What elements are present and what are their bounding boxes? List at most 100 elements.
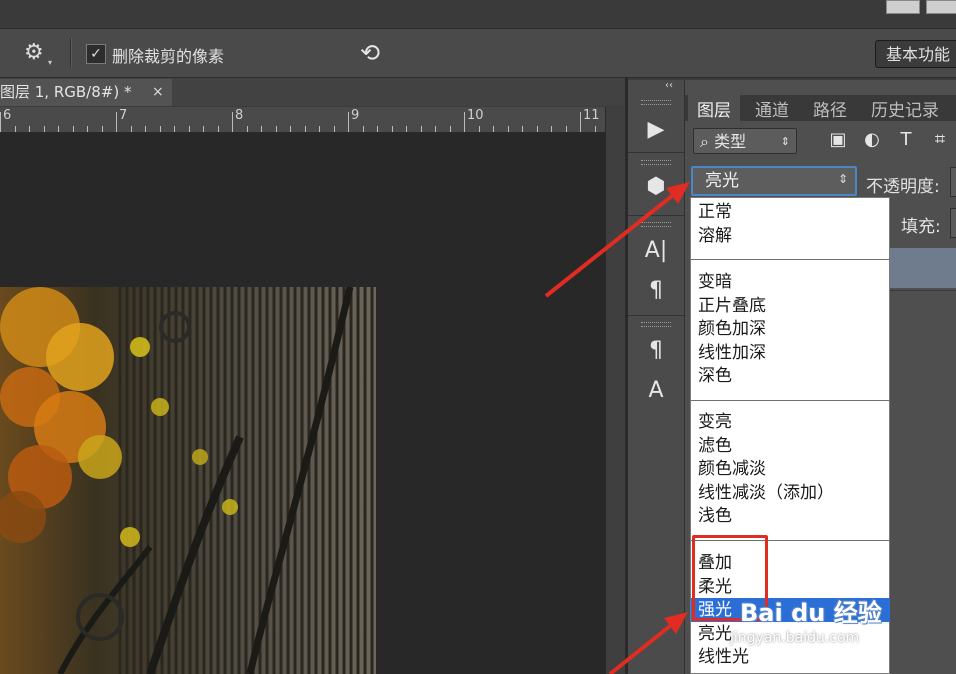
watermark-url: jingyan.baidu.com	[730, 630, 860, 646]
type-filter-icon[interactable]: T	[893, 129, 919, 150]
layer-row-selected[interactable]	[890, 248, 956, 288]
ruler-minor-tick	[72, 126, 74, 132]
character-icon[interactable]: A|	[636, 238, 676, 263]
baidu-jingyan-logo: Bai du 经验	[740, 599, 882, 627]
fill-input[interactable]	[950, 208, 956, 238]
ruler-minor-tick	[435, 126, 436, 132]
close-icon[interactable]: ×	[152, 79, 172, 106]
3d-cube-icon[interactable]: ⬢	[636, 174, 676, 199]
ruler-minor-tick	[406, 126, 407, 132]
horizontal-ruler	[0, 107, 605, 133]
paragraph-styles-icon[interactable]: ¶	[636, 338, 676, 363]
chevron-down-icon[interactable]: ▾	[48, 58, 52, 67]
workspace-button[interactable]: 基本功能	[875, 40, 956, 68]
ruler-minor-tick	[203, 126, 204, 132]
foliage-blob	[120, 527, 140, 547]
ruler-major-tick	[580, 112, 581, 132]
maximize-button[interactable]	[926, 0, 956, 14]
ruler-major-tick	[348, 112, 349, 132]
blend-mode-option[interactable]: 颜色加深	[698, 318, 766, 341]
ruler-minor-tick	[174, 126, 175, 132]
foliage-blob	[192, 449, 208, 465]
blend-mode-option[interactable]: 变暗	[698, 271, 732, 294]
canvas-image	[0, 287, 376, 674]
paragraph-icon[interactable]: ¶	[636, 278, 676, 303]
ruler-number: 7	[119, 108, 128, 123]
ruler-number: 6	[3, 108, 12, 123]
ruler-minor-tick	[275, 126, 277, 132]
ruler-minor-tick	[493, 126, 494, 132]
panel-toolstrip	[628, 80, 685, 674]
minimize-button[interactable]	[886, 0, 920, 14]
play-icon[interactable]: ▶	[636, 117, 676, 142]
adjustment-filter-icon[interactable]: ◐	[859, 129, 885, 150]
ruler-minor-tick	[87, 126, 88, 132]
blend-mode-option[interactable]: 浅色	[698, 505, 732, 528]
blend-mode-option[interactable]: 线性光	[698, 646, 749, 669]
foliage-blob	[151, 398, 169, 416]
foliage-blob	[78, 435, 122, 479]
tab-paths[interactable]: 路径	[813, 96, 847, 121]
ruler-minor-tick	[159, 126, 161, 132]
ruler-minor-tick	[290, 126, 291, 132]
toolstrip-divider	[628, 152, 684, 153]
blend-mode-option[interactable]: 深色	[698, 365, 732, 388]
blend-mode-option[interactable]: 正片叠底	[698, 295, 766, 318]
blend-mode-option[interactable]: 亮光	[698, 623, 732, 646]
ruler-minor-tick	[43, 126, 45, 132]
collapse-panels-icon[interactable]: ‹‹	[665, 80, 673, 91]
blend-mode-option[interactable]: 线性减淡（添加）	[698, 482, 834, 505]
ruler-minor-tick	[449, 126, 451, 132]
ruler-number: 11	[583, 108, 600, 123]
ruler-minor-tick	[391, 126, 393, 132]
grip-handle[interactable]	[641, 100, 671, 105]
grip-handle[interactable]	[641, 322, 671, 327]
blend-mode-option[interactable]: 变亮	[698, 411, 732, 434]
search-icon: ⌕	[700, 132, 709, 151]
image-filter-icon[interactable]: ▣	[825, 129, 851, 150]
foliage-blob	[46, 323, 114, 391]
blend-mode-select[interactable]: 亮光	[691, 166, 857, 196]
blend-mode-option[interactable]: 溶解	[698, 225, 732, 248]
layer-filter-select[interactable]: ⌕ 类型 ⇕	[693, 128, 797, 154]
tab-history[interactable]: 历史记录	[871, 96, 939, 121]
ruler-major-tick	[0, 112, 1, 132]
grip-handle[interactable]	[641, 160, 671, 165]
delete-cropped-pixels-checkbox[interactable]: ✓	[86, 44, 106, 64]
ruler-minor-tick	[507, 126, 509, 132]
blend-mode-option[interactable]: 滤色	[698, 435, 732, 458]
toolbar-divider	[70, 38, 72, 68]
document-tab-title: 图层 1, RGB/8#) *	[0, 83, 132, 101]
ruler-minor-tick	[536, 126, 538, 132]
character-styles-icon[interactable]: A	[636, 378, 676, 403]
ruler-minor-tick	[319, 126, 320, 132]
blend-mode-option[interactable]: 线性加深	[698, 342, 766, 365]
toolstrip-divider	[628, 215, 684, 216]
ruler-major-tick	[116, 112, 117, 132]
ruler-minor-tick	[522, 126, 523, 132]
opacity-input[interactable]	[950, 167, 956, 197]
grip-handle[interactable]	[641, 222, 671, 227]
blend-mode-option[interactable]: 正常	[698, 201, 732, 224]
layer-row[interactable]	[890, 290, 956, 331]
tab-layers[interactable]: 图层	[697, 96, 731, 121]
blend-mode-option[interactable]: 颜色减淡	[698, 458, 766, 481]
shape-filter-icon[interactable]: ⌗	[927, 129, 953, 150]
menu-separator	[691, 400, 890, 401]
document-tab[interactable]: 图层 1, RGB/8#) *	[0, 79, 172, 106]
gear-icon[interactable]: ⚙	[24, 41, 50, 65]
ruler-number: 10	[467, 108, 484, 123]
ruler-minor-tick	[29, 126, 30, 132]
ruler-minor-tick	[304, 126, 306, 132]
ruler-minor-tick	[130, 126, 132, 132]
window-title-bar	[0, 0, 956, 29]
opacity-label: 不透明度:	[866, 177, 940, 197]
undo-icon[interactable]: ⟲	[360, 39, 380, 67]
menu-separator	[691, 259, 890, 260]
vertical-scrollbar[interactable]	[605, 107, 626, 674]
ruler-number: 9	[351, 108, 360, 123]
ruler-minor-tick	[188, 126, 190, 132]
delete-cropped-pixels-label: 删除裁剪的像素	[112, 47, 225, 66]
ruler-minor-tick	[145, 126, 146, 132]
tab-channels[interactable]: 通道	[755, 96, 789, 121]
